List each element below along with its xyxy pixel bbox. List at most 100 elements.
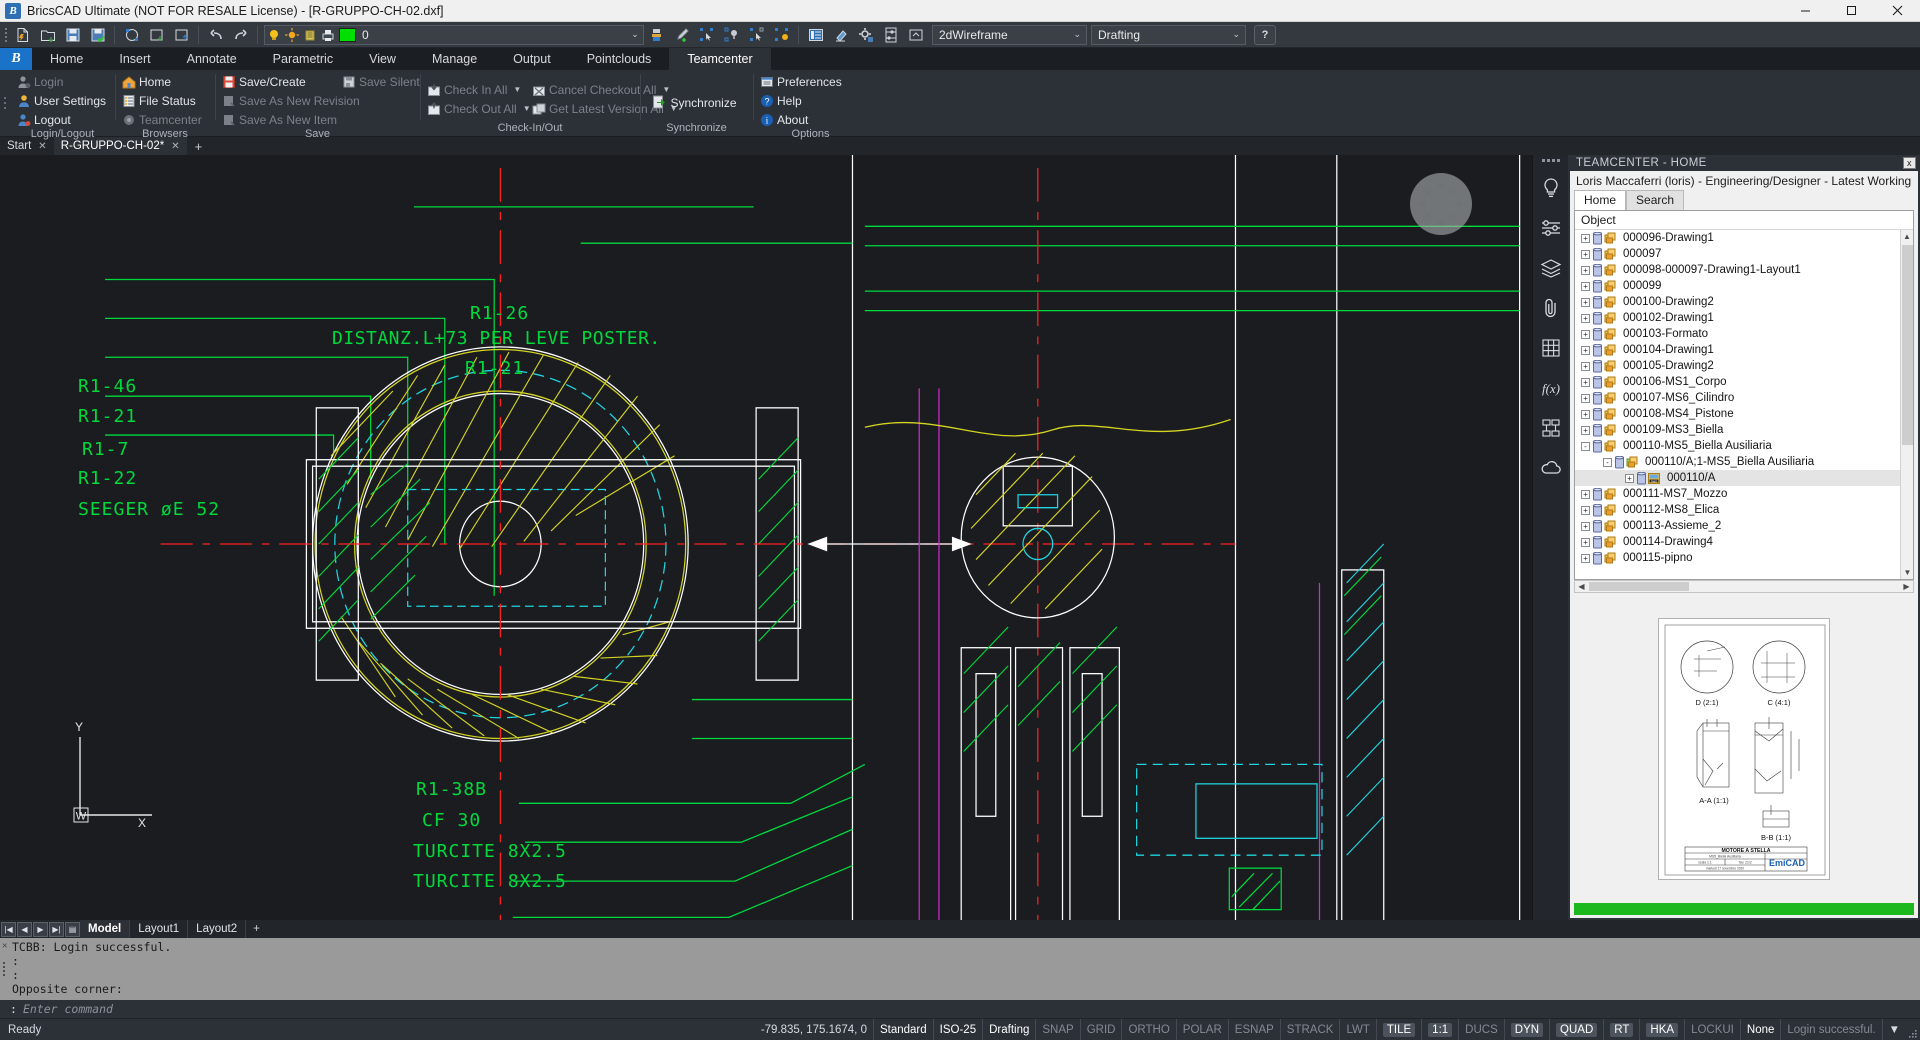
tree-node[interactable]: +000109-MS3_Biella [1575, 422, 1913, 438]
status-toggle-polar[interactable]: POLAR [1175, 1018, 1228, 1040]
status-toggle-drafting[interactable]: Drafting [982, 1018, 1035, 1040]
expand-icon[interactable]: + [1581, 361, 1590, 371]
next-layout-button[interactable]: ▶ [33, 921, 48, 937]
close-button[interactable] [1874, 0, 1920, 22]
tree-node[interactable]: +000113-Assieme_2 [1575, 518, 1913, 534]
expand-icon[interactable]: + [1625, 473, 1634, 483]
expand-icon[interactable]: + [1581, 313, 1590, 323]
minimize-button[interactable] [1782, 0, 1828, 22]
save-silent-button[interactable]: Save Silent [339, 73, 424, 90]
adjust-icon[interactable] [878, 23, 903, 47]
collapse-icon[interactable]: - [1581, 441, 1590, 451]
scroll-thumb-h[interactable] [1589, 582, 1689, 591]
home-button[interactable]: Home [119, 73, 211, 90]
status-toggle-standard[interactable]: Standard [872, 1018, 933, 1040]
layout-tab-layout2[interactable]: Layout2 [188, 920, 247, 938]
status-toggle-lockui[interactable]: LOCKUI [1684, 1018, 1740, 1040]
status-toggle-grid[interactable]: GRID [1079, 1018, 1122, 1040]
tree-node[interactable]: +000099 [1575, 278, 1913, 294]
teamcenter-preview[interactable]: D (2:1) C (4:1) A-A (1:1) B-B (1:1) MOTO… [1574, 599, 1914, 899]
expand-icon[interactable]: + [1581, 377, 1590, 387]
layout-tab-model[interactable]: Model [80, 920, 131, 938]
workspace-select[interactable]: Drafting ⌄ [1091, 24, 1246, 45]
logout-button[interactable]: Logout [14, 111, 111, 128]
tree-node[interactable]: +000097 [1575, 246, 1913, 262]
layout-list-button[interactable]: ▤ [65, 921, 80, 937]
layer-freeze-icon[interactable] [283, 23, 301, 47]
plot-preview-icon[interactable] [119, 23, 144, 47]
expand-icon[interactable]: + [1581, 329, 1590, 339]
tab-parametric[interactable]: Parametric [255, 48, 351, 70]
status-toggle-none[interactable]: None [1739, 1018, 1781, 1040]
tab-home[interactable]: Home [32, 48, 101, 70]
ribbon-grip[interactable] [0, 70, 10, 136]
resize-grip[interactable] [1906, 1019, 1920, 1040]
scroll-right-icon[interactable]: ▶ [1900, 582, 1913, 591]
undo-icon[interactable] [203, 23, 228, 47]
tree-node[interactable]: + DWG 000110/A [1575, 470, 1913, 486]
function-icon[interactable]: f(x) [1536, 371, 1566, 405]
expand-icon[interactable]: + [1581, 409, 1590, 419]
layer-previous-icon[interactable] [769, 23, 794, 47]
expand-icon[interactable]: + [1581, 265, 1590, 275]
cloud-icon[interactable] [1536, 451, 1566, 485]
tc-tab-search[interactable]: Search [1626, 190, 1685, 210]
status-toggle-1-1[interactable]: 1:1 [1421, 1018, 1458, 1040]
layer-color-swatch[interactable] [339, 27, 356, 42]
tree-node[interactable]: +000102-Drawing1 [1575, 310, 1913, 326]
layer-lock-icon[interactable] [301, 23, 319, 47]
color-picker-icon[interactable] [669, 23, 694, 47]
save-icon[interactable] [60, 23, 85, 47]
layer-control[interactable]: 0 ⌄ [264, 23, 644, 47]
status-toggle-esnap[interactable]: ESNAP [1227, 1018, 1280, 1040]
prev-layout-button[interactable]: ◀ [17, 921, 32, 937]
tab-manage[interactable]: Manage [414, 48, 495, 70]
expand-icon[interactable]: + [1581, 345, 1590, 355]
status-toggle-lwt[interactable]: LWT [1339, 1018, 1375, 1040]
command-grip[interactable] [3, 962, 5, 976]
tree-node[interactable]: +000105-Drawing2 [1575, 358, 1913, 374]
redo-icon[interactable] [228, 23, 253, 47]
tree-node[interactable]: +000111-MS7_Mozzo [1575, 486, 1913, 502]
tab-annotate[interactable]: Annotate [169, 48, 255, 70]
eraser-icon[interactable] [828, 23, 853, 47]
tc-tab-home[interactable]: Home [1574, 190, 1627, 210]
properties-icon[interactable] [803, 23, 828, 47]
layer-plot-icon[interactable] [319, 23, 337, 47]
sliders-icon[interactable] [1536, 211, 1566, 245]
expand-icon[interactable]: + [1581, 505, 1590, 515]
chevron-down-icon[interactable]: ⌄ [1232, 29, 1245, 40]
scroll-down-icon[interactable]: ▼ [1901, 566, 1913, 579]
login-button[interactable]: Login [14, 73, 111, 90]
tree-node[interactable]: - 000110/A;1-MS5_Biella Ausiliaria [1575, 454, 1913, 470]
collapse-icon[interactable]: - [1603, 457, 1612, 467]
user-settings-button[interactable]: User Settings [14, 92, 111, 109]
drawing-canvas[interactable]: R1-26 DISTANZ.L+73 PER LEVE POSTER. R1-2… [0, 155, 1532, 920]
command-input-row[interactable]: : Enter command [0, 1000, 1920, 1018]
status-toggle-ducs[interactable]: DUCS [1458, 1018, 1504, 1040]
settings-icon[interactable] [853, 23, 878, 47]
expand-icon[interactable]: + [1581, 233, 1590, 243]
command-input[interactable]: Enter command [23, 1002, 113, 1016]
status-coordinates[interactable]: -79.835, 175.1674, 0 [755, 1019, 873, 1040]
expand-icon[interactable]: + [1581, 393, 1590, 403]
close-icon[interactable]: ✕ [2, 939, 7, 953]
status-toggle-snap[interactable]: SNAP [1035, 1018, 1079, 1040]
tree-node[interactable]: +000114-Drawing4 [1575, 534, 1913, 550]
application-menu-button[interactable]: B [0, 48, 32, 70]
file-status-button[interactable]: File Status [119, 92, 211, 109]
tree-horizontal-scrollbar[interactable]: ◀ ▶ [1574, 580, 1914, 593]
tab-teamcenter[interactable]: Teamcenter [669, 48, 771, 70]
tree-node[interactable]: +000100-Drawing2 [1575, 294, 1913, 310]
first-layout-button[interactable]: |◀ [1, 921, 16, 937]
tree-node[interactable]: +000108-MS4_Pistone [1575, 406, 1913, 422]
chevron-down-icon[interactable]: ⌄ [627, 29, 643, 40]
attach-icon[interactable] [1536, 291, 1566, 325]
tree-node[interactable]: +000103-Formato [1575, 326, 1913, 342]
close-icon[interactable]: ✕ [38, 141, 46, 152]
rail-grip[interactable] [1541, 159, 1560, 162]
structure-icon[interactable] [1536, 411, 1566, 445]
chevron-down-icon[interactable]: ⌄ [1073, 29, 1086, 40]
expand-icon[interactable]: + [1581, 489, 1590, 499]
tree-node[interactable]: +000107-MS6_Cilindro [1575, 390, 1913, 406]
